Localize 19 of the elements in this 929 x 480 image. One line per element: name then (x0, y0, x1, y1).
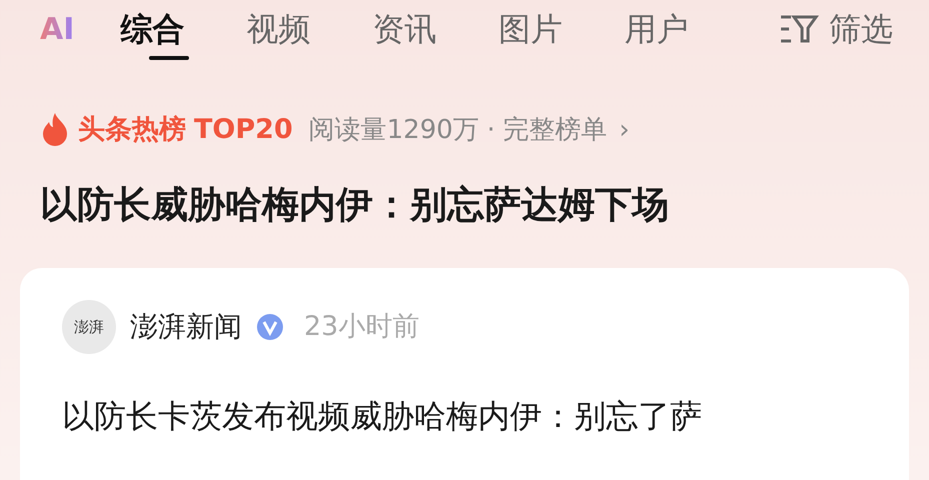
hot-list-label: 头条热榜 (78, 112, 186, 147)
source-avatar[interactable]: 澎湃 (62, 300, 116, 354)
tab[interactable]: 图片 (498, 9, 562, 49)
tab-underline (149, 56, 189, 60)
filter-icon (779, 14, 819, 44)
source-name[interactable]: 澎湃新闻 (130, 306, 242, 348)
tab[interactable]: 综合 (120, 9, 184, 49)
post-time: 23小时前 (304, 310, 420, 344)
tab[interactable]: 用户 (624, 9, 688, 49)
flame-icon (40, 112, 70, 148)
tab[interactable]: 视频 (246, 9, 310, 49)
separator: · (486, 114, 496, 146)
filter-button[interactable]: 筛选 (779, 5, 893, 53)
read-count: 阅读量1290万 (308, 114, 479, 146)
rank-label: TOP20 (194, 112, 293, 147)
full-list-link[interactable]: 完整榜单 › (503, 110, 630, 150)
tab[interactable]: 资讯 (372, 9, 436, 49)
headline[interactable]: 以防长威胁哈梅内伊：别忘萨达姆下场 (0, 180, 929, 230)
article-text[interactable]: 以防长卡茨发布视频威胁哈梅内伊：别忘了萨 (62, 392, 867, 440)
